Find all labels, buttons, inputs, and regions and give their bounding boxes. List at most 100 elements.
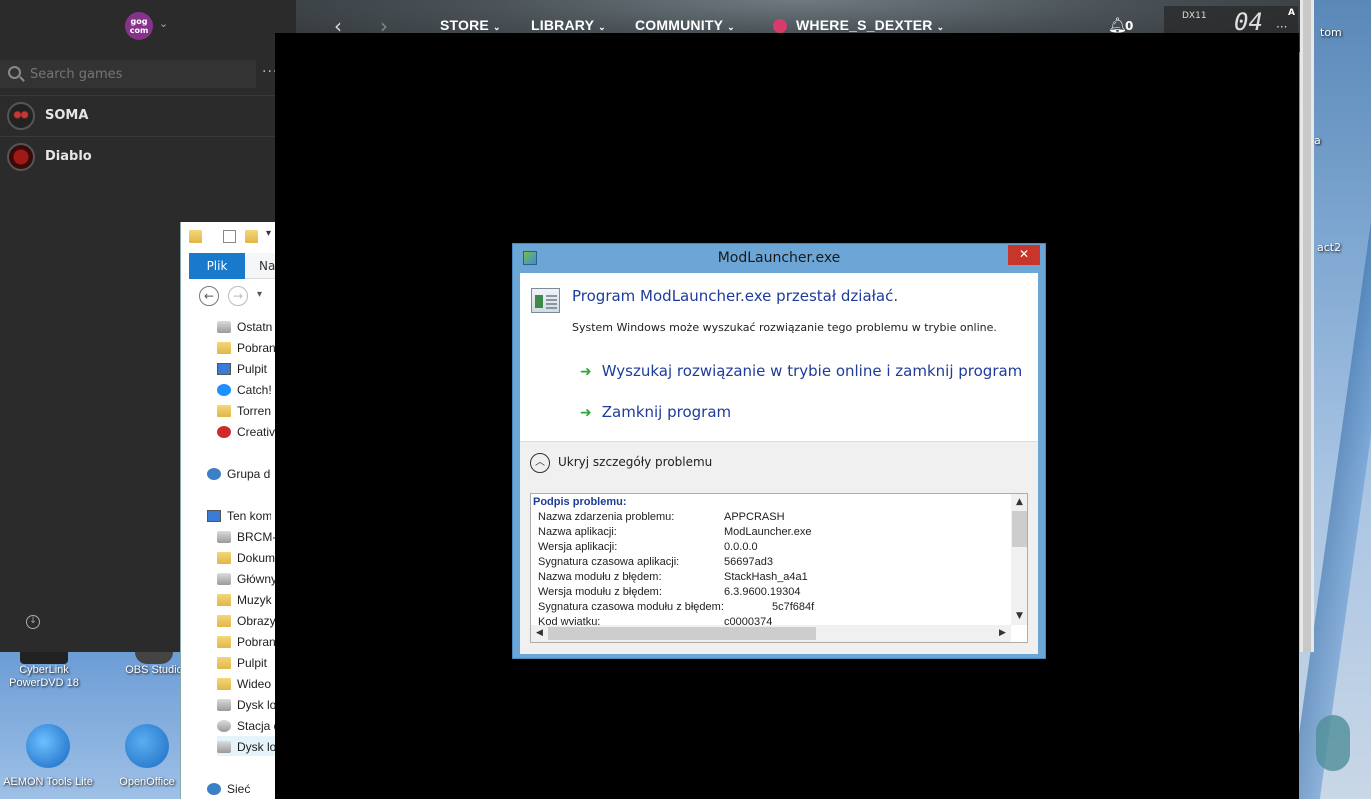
dialog-subtext: System Windows może wyszukać rozwiązanie… bbox=[572, 321, 997, 334]
tree-label: Główny bbox=[237, 572, 278, 586]
tree-item-torrent[interactable]: Torren bbox=[217, 400, 281, 420]
details-header: Podpis problemu: bbox=[533, 496, 627, 508]
tree-item-downloads-2[interactable]: Pobran bbox=[217, 631, 281, 651]
search-input[interactable] bbox=[30, 65, 250, 83]
computer-icon bbox=[207, 510, 221, 522]
detail-key: Nazwa modułu z błędem: bbox=[538, 571, 662, 583]
dialog-titlebar[interactable]: ModLauncher.exe ✕ bbox=[513, 244, 1045, 273]
search-bar bbox=[0, 60, 256, 88]
detail-row: Nazwa aplikacji: ModLauncher.exe bbox=[538, 526, 1008, 541]
tree-item-main[interactable]: Główny bbox=[217, 568, 281, 588]
network-icon bbox=[207, 783, 221, 795]
new-folder-icon[interactable] bbox=[245, 230, 258, 243]
nav-store-label: STORE bbox=[440, 17, 489, 33]
api-label: DX11 bbox=[1182, 11, 1207, 21]
scrollbar-thumb[interactable] bbox=[548, 627, 816, 640]
window-scrollbar[interactable] bbox=[1300, 0, 1314, 652]
chevron-down-icon[interactable]: ⌄ bbox=[159, 17, 168, 30]
chevron-down-icon: ⌄ bbox=[492, 22, 501, 32]
folder-icon[interactable] bbox=[189, 230, 202, 243]
tree-item-desktop[interactable]: Pulpit bbox=[217, 358, 281, 378]
folder-icon bbox=[217, 405, 231, 417]
download-icon[interactable]: ↓ bbox=[26, 615, 40, 629]
details-toggle-bar[interactable]: ︿ Ukryj szczegóły problemu bbox=[520, 441, 1038, 482]
tree-item-desktop-2[interactable]: Pulpit bbox=[217, 652, 281, 672]
tree-item-downloads[interactable]: Pobran bbox=[217, 337, 281, 357]
chevron-down-icon[interactable]: ▼ bbox=[1011, 609, 1027, 624]
game-item-diablo[interactable]: Diablo bbox=[0, 136, 296, 176]
nav-store[interactable]: STORE ⌄ bbox=[440, 17, 501, 33]
nav-library[interactable]: LIBRARY ⌄ bbox=[531, 17, 606, 33]
tree-item-music[interactable]: Muzyk bbox=[217, 589, 281, 609]
detail-value: 5c7f684f bbox=[772, 601, 815, 613]
detail-row: Sygnatura czasowa aplikacji: 56697ad3 bbox=[538, 556, 1008, 571]
nav-user[interactable]: WHERE_S_DEXTER ⌄ bbox=[796, 17, 944, 33]
tree-label: Ten kom bbox=[227, 509, 271, 523]
tree-item-brcm[interactable]: BRCM- bbox=[217, 526, 281, 546]
desktop-icon-daemon-tools[interactable]: AEMON Tools Lite bbox=[0, 724, 96, 788]
program-window-icon bbox=[531, 288, 560, 313]
tree-item-creative[interactable]: Creativ bbox=[217, 421, 281, 441]
tree-item-disc-drive[interactable]: Stacja d bbox=[217, 715, 281, 735]
detail-value: 56697ad3 bbox=[724, 556, 773, 568]
more-options-icon[interactable]: ··· bbox=[1276, 20, 1287, 34]
tree-item-videos[interactable]: Wideo bbox=[217, 673, 281, 693]
desktop-icon-label: OpenOffice bbox=[119, 776, 175, 788]
game-item-soma[interactable]: SOMA bbox=[0, 95, 296, 135]
chevron-left-icon[interactable]: ◀ bbox=[531, 625, 548, 642]
tab-file[interactable]: Plik bbox=[189, 253, 245, 279]
nav-community[interactable]: COMMUNITY ⌄ bbox=[635, 17, 735, 33]
close-program-button[interactable]: ➜ Zamknij program bbox=[580, 403, 731, 421]
tree-item-catch[interactable]: Catch! bbox=[217, 379, 281, 399]
tree-item-this-pc[interactable]: Ten kom bbox=[207, 505, 271, 525]
problem-details-box[interactable]: Podpis problemu: Nazwa zdarzenia problem… bbox=[530, 493, 1028, 643]
search-online-button[interactable]: ➜ Wyszukaj rozwiązanie w trybie online i … bbox=[580, 362, 1022, 380]
tree-item-local-disk[interactable]: Dysk lo bbox=[217, 694, 281, 714]
fps-counter: 04 bbox=[1234, 8, 1263, 36]
chevron-down-icon[interactable]: ▾ bbox=[266, 228, 271, 239]
desktop-label[interactable]: a bbox=[1314, 134, 1321, 147]
chevron-down-icon: ⌄ bbox=[936, 22, 945, 32]
desktop-icon-powerdvd[interactable]: CyberLink PowerDVD 18 bbox=[4, 652, 84, 690]
desktop-label[interactable]: act2 bbox=[1317, 241, 1341, 254]
explorer-navbar: ← → ▾ bbox=[189, 282, 281, 312]
tree-item-recent[interactable]: Ostatn bbox=[217, 316, 281, 336]
creative-cloud-icon bbox=[217, 426, 231, 438]
folder-icon bbox=[217, 552, 231, 564]
tree-item-network[interactable]: Sieć bbox=[207, 778, 271, 798]
detail-value: APPCRASH bbox=[724, 511, 785, 523]
detail-value: 6.3.9600.19304 bbox=[724, 586, 801, 598]
forward-arrow-icon[interactable]: → bbox=[228, 286, 248, 306]
horizontal-scrollbar[interactable]: ◀ ▶ bbox=[531, 625, 1011, 642]
tree-item-documents[interactable]: Dokum bbox=[217, 547, 281, 567]
vertical-scrollbar[interactable]: ▲ ▼ bbox=[1011, 494, 1027, 625]
desktop-icon-openoffice[interactable]: OpenOffice bbox=[112, 724, 182, 788]
tree-item-homegroup[interactable]: Grupa do bbox=[207, 463, 271, 483]
tree-item-pictures[interactable]: Obrazy bbox=[217, 610, 281, 630]
chevron-right-icon[interactable]: ▶ bbox=[994, 625, 1011, 642]
close-button[interactable]: ✕ bbox=[1008, 245, 1040, 265]
chevron-up-icon[interactable]: ︿ bbox=[530, 453, 550, 473]
tree-label: Pobran bbox=[237, 635, 276, 649]
tree-label: Wideo bbox=[237, 677, 272, 691]
chevron-up-icon[interactable]: ▲ bbox=[1011, 495, 1027, 510]
tree-label: Grupa do bbox=[227, 467, 271, 481]
tree-label: Torren bbox=[237, 404, 272, 418]
tree-label: Sieć bbox=[227, 782, 251, 796]
desktop-label[interactable]: tom bbox=[1320, 26, 1342, 39]
properties-icon[interactable] bbox=[223, 230, 236, 243]
detail-row: Nazwa zdarzenia problemu: APPCRASH bbox=[538, 511, 1008, 526]
scrollbar-thumb[interactable] bbox=[1012, 511, 1027, 547]
gog-logo-icon[interactable]: gog com bbox=[125, 12, 153, 40]
back-arrow-icon[interactable]: ← bbox=[199, 286, 219, 306]
tree-item-local-disk-2[interactable]: Dysk lo bbox=[217, 736, 281, 756]
daemon-tools-icon bbox=[26, 724, 70, 768]
search-icon bbox=[8, 66, 21, 79]
folder-icon bbox=[217, 573, 231, 585]
notification-count: 0 bbox=[1125, 19, 1134, 33]
folder-icon bbox=[217, 594, 231, 606]
chevron-down-icon[interactable]: ▾ bbox=[257, 289, 262, 300]
scrollbar-thumb[interactable] bbox=[1303, 0, 1311, 652]
command-label: Wyszukaj rozwiązanie w trybie online i z… bbox=[601, 362, 1023, 380]
desktop-area: CyberLink PowerDVD 18 OBS Studio AEMON T… bbox=[0, 652, 183, 799]
